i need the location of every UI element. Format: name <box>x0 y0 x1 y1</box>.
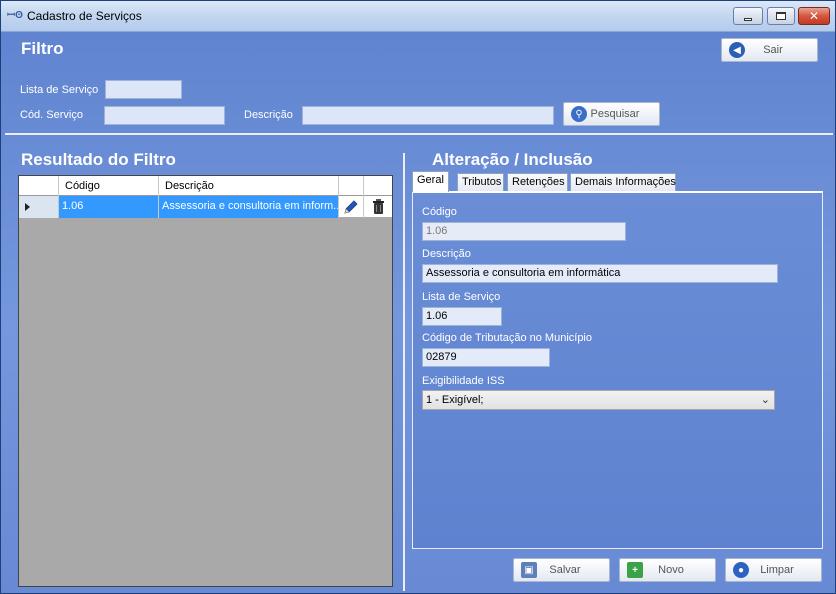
new-button[interactable]: + Novo <box>619 558 716 582</box>
search-button-label: Pesquisar <box>590 108 640 120</box>
grid-header: Código Descrição <box>19 176 392 196</box>
save-disk-icon: ▣ <box>521 562 537 578</box>
codigo-tributacao-label: Código de Tributação no Município <box>422 332 592 344</box>
delete-row-button[interactable] <box>364 196 392 218</box>
vertical-divider <box>403 153 405 591</box>
delete-trash-icon <box>373 199 384 214</box>
descricao-filter-label: Descrição <box>244 109 293 121</box>
maximize-icon <box>776 12 786 20</box>
add-new-icon: + <box>627 562 643 578</box>
grid-header-corner <box>19 176 59 196</box>
cell-codigo[interactable]: 1.06 <box>59 196 159 218</box>
edit-heading: Alteração / Inclusão <box>432 150 593 169</box>
lista-servico-field[interactable]: 1.06 <box>422 307 502 326</box>
save-button[interactable]: ▣ Salvar <box>513 558 610 582</box>
chevron-down-icon: ⌄ <box>760 394 770 406</box>
results-heading: Resultado do Filtro <box>21 150 176 169</box>
exigibilidade-value: 1 - Exigível; <box>426 394 484 406</box>
clear-icon: ● <box>733 562 749 578</box>
tab-geral[interactable]: Geral <box>412 171 449 192</box>
minimize-button[interactable] <box>733 7 763 25</box>
window-title: Cadastro de Serviços <box>27 9 142 23</box>
exigibilidade-select[interactable]: 1 - Exigível; ⌄ <box>422 390 775 410</box>
codigo-field[interactable]: 1.06 <box>422 222 626 241</box>
save-button-label: Salvar <box>549 564 581 576</box>
tab-demais-informacoes[interactable]: Demais Informações <box>570 173 676 191</box>
clear-button-label: Limpar <box>760 564 794 576</box>
main-window: ꟷʘ Cadastro de Serviços ✕ Filtro ◀ Sair … <box>0 0 836 594</box>
row-pointer-icon <box>25 203 30 211</box>
minimize-icon <box>744 17 752 21</box>
column-header-descricao[interactable]: Descrição <box>159 176 339 196</box>
title-bar[interactable]: ꟷʘ Cadastro de Serviços ✕ <box>1 1 835 32</box>
results-grid[interactable]: Código Descrição 1.06 Assessoria e consu… <box>18 175 393 587</box>
app-icon: ꟷʘ <box>7 10 23 21</box>
descricao-field[interactable]: Assessoria e consultoria em informática <box>422 264 778 283</box>
column-header-edit <box>339 176 364 196</box>
lista-servico-input[interactable] <box>105 80 182 99</box>
codigo-label: Código <box>422 206 457 218</box>
row-header[interactable] <box>19 196 59 218</box>
edit-pencil-icon <box>344 200 358 214</box>
lista-servico-label: Lista de Serviço <box>20 84 99 96</box>
new-button-label: Novo <box>658 564 684 576</box>
table-row[interactable]: 1.06 Assessoria e consultoria em inform.… <box>19 196 392 218</box>
horizontal-divider <box>5 133 833 135</box>
exigibilidade-label: Exigibilidade ISS <box>422 375 505 387</box>
lista-servico-edit-label: Lista de Serviço <box>422 291 501 303</box>
exit-icon: ◀ <box>729 42 745 58</box>
search-icon: ⚲ <box>571 106 587 122</box>
tab-tributos[interactable]: Tributos <box>457 173 504 191</box>
filter-heading: Filtro <box>21 39 64 58</box>
clear-button[interactable]: ● Limpar <box>725 558 822 582</box>
cod-servico-label: Cód. Serviço <box>20 109 83 121</box>
search-button[interactable]: ⚲ Pesquisar <box>563 102 660 126</box>
column-header-codigo[interactable]: Código <box>59 176 159 196</box>
cell-descricao[interactable]: Assessoria e consultoria em inform... <box>159 196 339 218</box>
column-header-delete <box>364 176 392 196</box>
descricao-label: Descrição <box>422 248 471 260</box>
tab-retencoes[interactable]: Retenções <box>507 173 568 191</box>
close-button[interactable]: ✕ <box>798 7 830 25</box>
descricao-filter-input[interactable] <box>302 106 554 125</box>
exit-button-label: Sair <box>763 44 783 56</box>
maximize-button[interactable] <box>767 7 795 25</box>
tab-panel-geral: Código 1.06 Descrição Assessoria e consu… <box>412 191 823 549</box>
codigo-tributacao-field[interactable]: 02879 <box>422 348 550 367</box>
edit-row-button[interactable] <box>339 196 364 218</box>
exit-button[interactable]: ◀ Sair <box>721 38 818 62</box>
cod-servico-input[interactable] <box>104 106 225 125</box>
close-icon: ✕ <box>808 9 820 23</box>
